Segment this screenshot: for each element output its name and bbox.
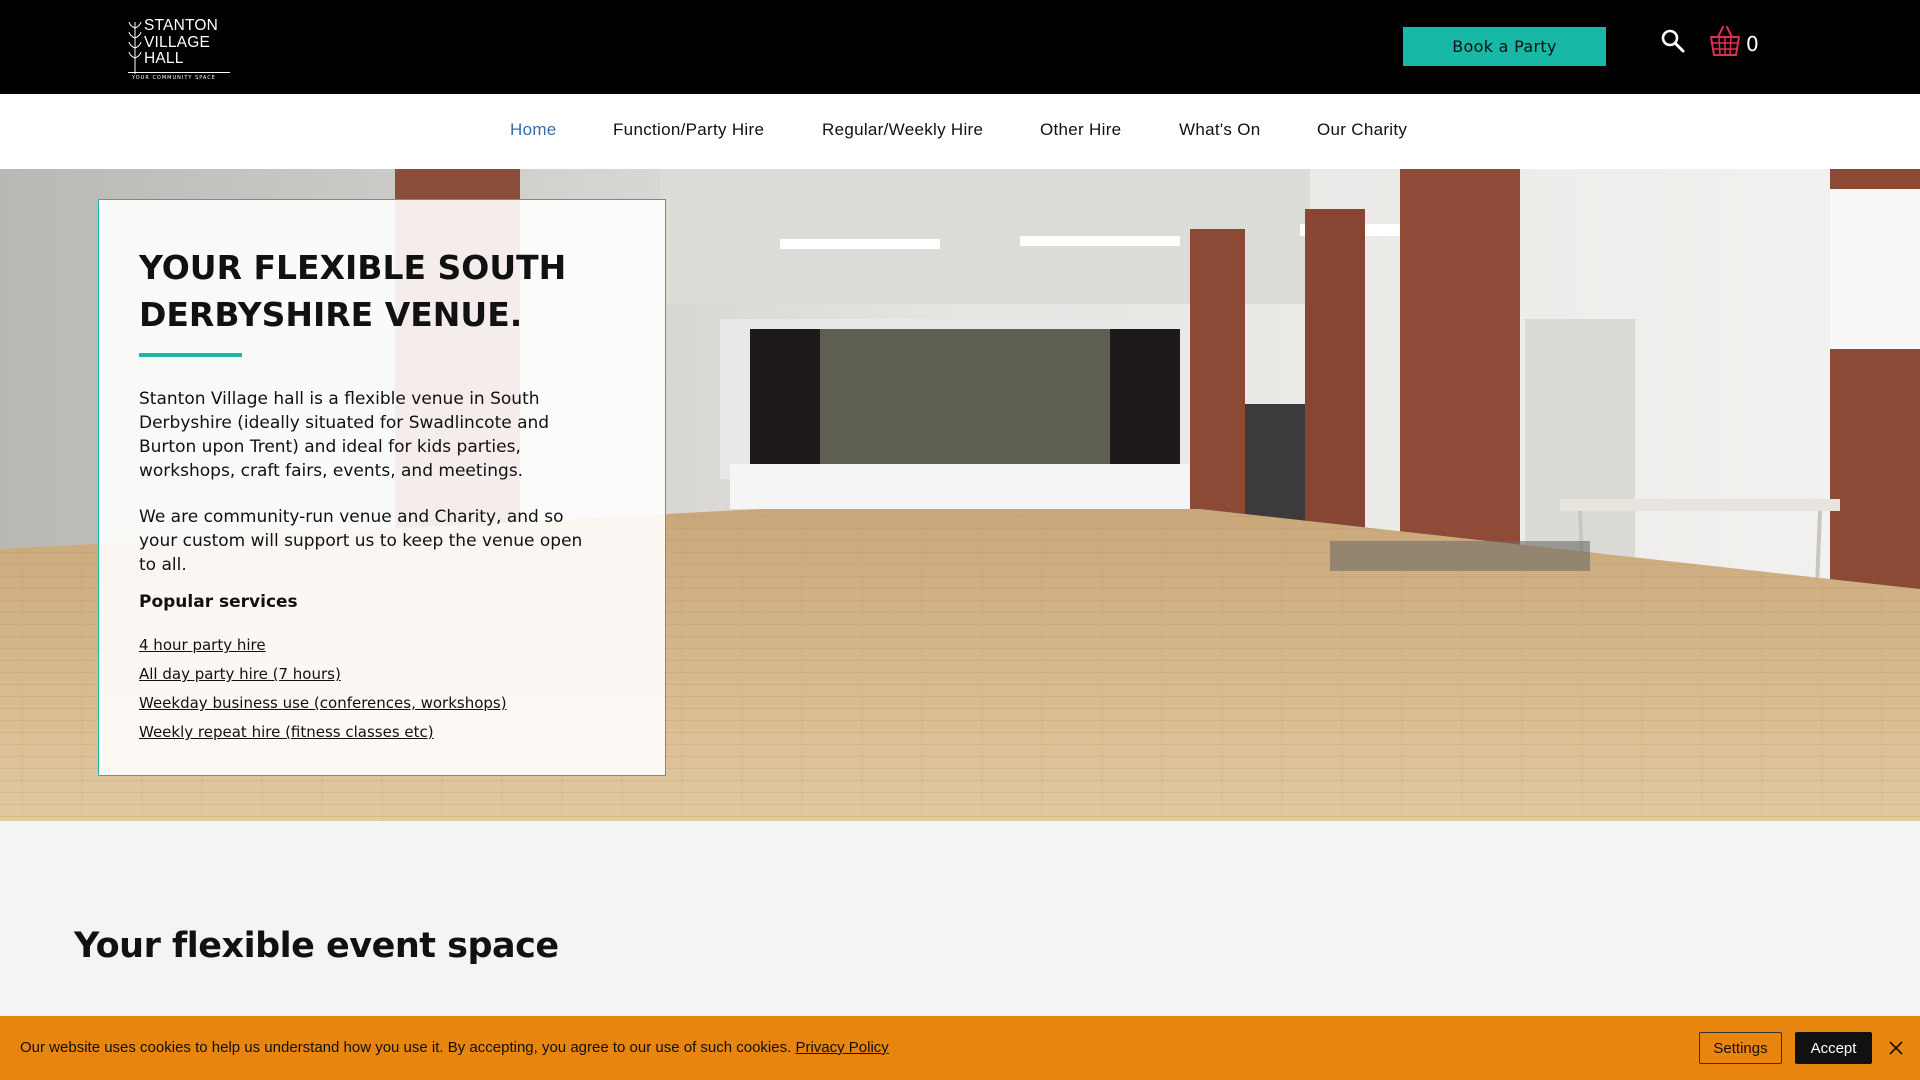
cart-count: 0	[1746, 32, 1759, 56]
nav-item-regular-weekly-hire[interactable]: Regular/Weekly Hire	[822, 120, 983, 140]
cookie-settings-button[interactable]: Settings	[1699, 1032, 1782, 1064]
cookie-accept-button[interactable]: Accept	[1795, 1032, 1872, 1064]
nav-item-home[interactable]: Home	[510, 120, 557, 140]
hero-title-underline	[139, 353, 242, 357]
hero-intro-paragraph: Stanton Village hall is a flexible venue…	[139, 389, 550, 481]
cookie-message: Our website uses cookies to help us unde…	[20, 1039, 889, 1056]
logo-tagline: YOUR COMMUNITY SPACE	[132, 75, 216, 81]
hero-section: YOUR FLEXIBLE SOUTH DERBYSHIRE VENUE. St…	[0, 169, 1920, 821]
service-link-all-day-party[interactable]: All day party hire (7 hours)	[139, 665, 341, 683]
cookie-text: Our website uses cookies to help us unde…	[20, 1039, 792, 1056]
nav-item-function-party-hire[interactable]: Function/Party Hire	[613, 120, 764, 140]
main-nav: Home Function/Party Hire Regular/Weekly …	[0, 94, 1920, 169]
service-link-weekday-business[interactable]: Weekday business use (conferences, works…	[139, 694, 507, 712]
hero-title: YOUR FLEXIBLE SOUTH DERBYSHIRE VENUE.	[139, 248, 567, 334]
site-logo[interactable]: STANTON VILLAGE HALL YOUR COMMUNITY SPAC…	[128, 16, 230, 82]
cart-button[interactable]: 0	[1709, 24, 1765, 60]
cookie-banner: Our website uses cookies to help us unde…	[0, 1016, 1920, 1080]
close-icon[interactable]	[1888, 1040, 1904, 1056]
section-title: Your flexible event space	[74, 926, 559, 966]
logo-rule	[128, 72, 230, 73]
service-link-weekly-repeat[interactable]: Weekly repeat hire (fitness classes etc)	[139, 723, 434, 741]
privacy-policy-link[interactable]: Privacy Policy	[795, 1039, 888, 1056]
nav-item-whats-on[interactable]: What's On	[1179, 120, 1261, 140]
hero-charity-paragraph: We are community-run venue and Charity, …	[139, 507, 583, 575]
basket-icon	[1710, 26, 1740, 56]
top-header: STANTON VILLAGE HALL YOUR COMMUNITY SPAC…	[0, 0, 1920, 94]
search-icon[interactable]	[1660, 28, 1686, 54]
nav-item-our-charity[interactable]: Our Charity	[1317, 120, 1407, 140]
book-party-button[interactable]: Book a Party	[1403, 27, 1606, 66]
logo-name: STANTON VILLAGE HALL	[144, 17, 219, 67]
hero-card: YOUR FLEXIBLE SOUTH DERBYSHIRE VENUE. St…	[98, 199, 666, 776]
nav-item-other-hire[interactable]: Other Hire	[1040, 120, 1121, 140]
service-link-4-hour-party[interactable]: 4 hour party hire	[139, 636, 266, 654]
leaf-icon	[128, 21, 142, 74]
popular-services-heading: Popular services	[139, 592, 298, 612]
